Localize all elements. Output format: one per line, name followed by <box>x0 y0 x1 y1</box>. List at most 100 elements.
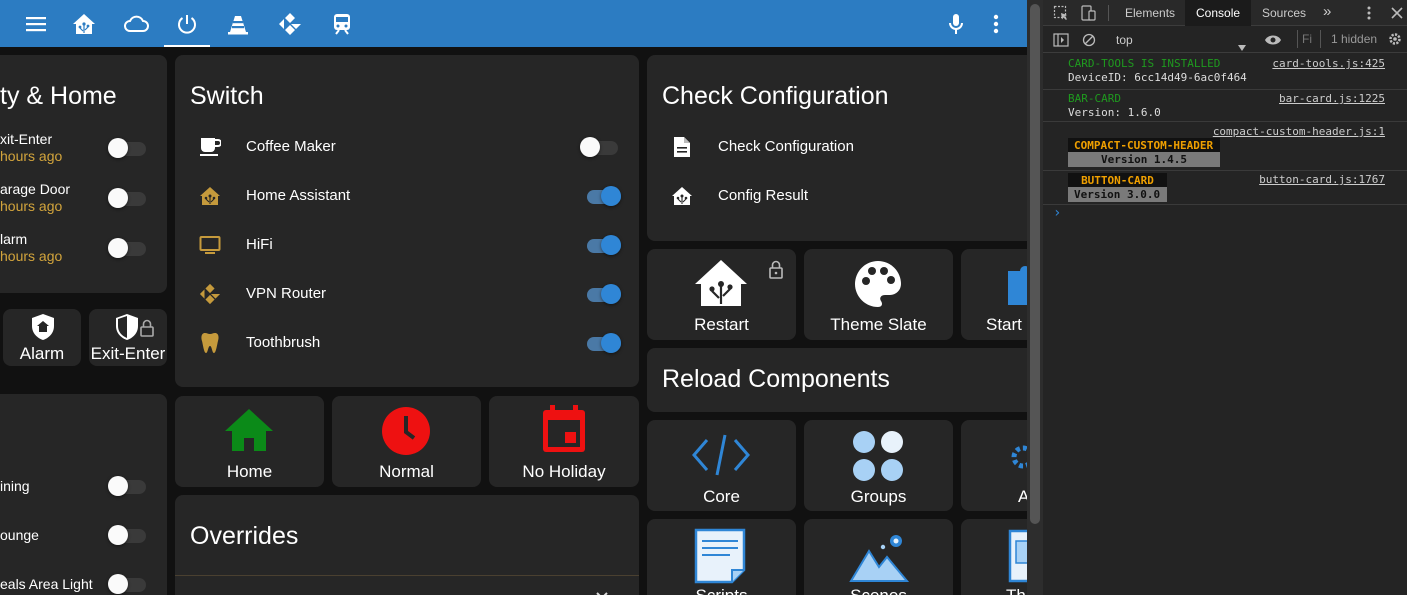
divider <box>175 575 639 576</box>
lock-icon <box>139 319 155 342</box>
toggle-switch[interactable] <box>108 180 146 216</box>
scenes-icon <box>849 529 910 588</box>
button-label: Groups <box>850 487 907 506</box>
home-assistant-icon[interactable] <box>61 0 107 47</box>
source-link[interactable]: card-tools.js:425 <box>1272 57 1385 70</box>
group-icon <box>851 430 907 489</box>
exit-enter-button[interactable]: Exit-Enter <box>89 309 167 366</box>
switch-row-toothbrush[interactable]: Toothbrush <box>175 318 639 367</box>
start-button[interactable]: Start <box>961 249 1027 340</box>
entity-name: larm <box>0 231 28 247</box>
source-link[interactable]: button-card.js:1767 <box>1259 173 1385 186</box>
check-configuration-row[interactable]: Check Configuration <box>647 122 1027 171</box>
chevron-down-icon[interactable] <box>596 587 608 595</box>
card-title: Reload Components <box>662 365 890 393</box>
reload-scenes-button[interactable]: Scenes <box>804 519 953 595</box>
sidebar-toggle-icon[interactable] <box>1053 32 1069 51</box>
button-label: Start <box>986 315 1022 334</box>
scrollbar[interactable] <box>1027 0 1043 595</box>
tooth-icon <box>197 330 223 356</box>
kodi-icon[interactable] <box>267 0 313 47</box>
script-icon <box>694 528 748 589</box>
row-label: Check Configuration <box>718 138 854 155</box>
dots-vertical-icon[interactable] <box>1367 5 1371 25</box>
console-prompt[interactable]: › <box>1053 205 1061 221</box>
reload-scripts-button[interactable]: Scripts <box>647 519 796 595</box>
more-tabs-icon[interactable]: » <box>1323 3 1331 20</box>
button-label: Home <box>226 462 273 481</box>
alarm-button[interactable]: Alarm <box>3 309 81 366</box>
reload-core-button[interactable]: Core <box>647 420 796 511</box>
settings-gear-icon[interactable] <box>1388 31 1402 50</box>
home-assistant-icon <box>669 183 695 209</box>
lock-icon <box>768 260 784 284</box>
entity-name: ounge <box>0 527 39 543</box>
toggle-switch[interactable] <box>108 566 146 595</box>
reload-groups-button[interactable]: Groups <box>804 420 953 511</box>
dots-vertical-icon[interactable] <box>973 0 1019 47</box>
restart-button[interactable]: Restart <box>647 249 796 340</box>
toggle-switch[interactable] <box>583 178 621 214</box>
home-mode-button[interactable]: Home <box>175 396 324 487</box>
theme-slate-button[interactable]: Theme Slate <box>804 249 953 340</box>
source-link[interactable]: bar-card.js:1225 <box>1279 92 1385 105</box>
toggle-switch[interactable] <box>583 276 621 312</box>
file-document-icon <box>669 134 695 160</box>
tab-sources[interactable]: Sources <box>1262 6 1306 20</box>
button-label: No Holiday <box>522 462 606 481</box>
inspect-icon[interactable] <box>1053 5 1069 25</box>
card-title: Switch <box>190 82 264 110</box>
separator <box>1320 30 1321 48</box>
button-label: Normal <box>379 462 434 481</box>
home-icon <box>224 408 274 457</box>
entity-last-changed: hours ago <box>0 198 63 214</box>
reload-themes-button[interactable]: Th <box>961 519 1027 595</box>
tab-elements[interactable]: Elements <box>1125 6 1175 20</box>
switch-card: Switch Coffee Maker Home Assistant HiFi … <box>175 55 639 387</box>
button-label: Restart <box>694 315 749 334</box>
clock-icon <box>381 406 431 461</box>
switch-row-home-assistant[interactable]: Home Assistant <box>175 171 639 220</box>
reload-automations-button[interactable]: A <box>961 420 1027 511</box>
device-toolbar-icon[interactable] <box>1080 5 1096 25</box>
scrollbar-thumb[interactable] <box>1030 4 1040 524</box>
holiday-mode-button[interactable]: No Holiday <box>489 396 639 487</box>
toggle-switch[interactable] <box>108 468 146 504</box>
toggle-switch[interactable] <box>108 230 146 266</box>
hidden-count[interactable]: 1 hidden <box>1331 32 1377 46</box>
train-icon[interactable] <box>319 0 365 47</box>
normal-mode-button[interactable]: Normal <box>332 396 481 487</box>
tab-console[interactable]: Console <box>1185 0 1251 26</box>
source-link[interactable]: compact-custom-header.js:1 <box>1213 125 1385 138</box>
home-assistant-icon <box>197 183 223 209</box>
cloud-icon[interactable] <box>113 0 159 47</box>
toggle-switch[interactable] <box>108 517 146 553</box>
switch-label: VPN Router <box>246 285 327 302</box>
power-icon[interactable] <box>164 0 210 47</box>
toggle-switch[interactable] <box>580 129 618 165</box>
toggle-switch[interactable] <box>583 227 621 263</box>
filter-input[interactable]: Fi <box>1302 32 1312 46</box>
devtools-panel: Elements Console Sources » top Fi 1 hidd… <box>1027 0 1407 595</box>
clear-console-icon[interactable] <box>1082 32 1096 51</box>
log-badge: Version 1.4.5 <box>1068 152 1220 167</box>
context-select[interactable]: top <box>1107 29 1249 51</box>
menu-icon[interactable] <box>13 0 59 47</box>
console-message: BAR-CARD Version: 1.6.0 bar-card.js:1225 <box>1043 90 1407 122</box>
reload-components-card: Reload Components <box>647 348 1027 412</box>
toggle-switch[interactable] <box>583 325 621 361</box>
close-icon[interactable] <box>1390 5 1404 24</box>
switch-row-coffee-maker[interactable]: Coffee Maker <box>175 122 639 171</box>
console-message: compact-custom-header.js:1 COMPACT-CUSTO… <box>1043 122 1407 171</box>
home-assistant-app: ty & Home xit-Enter hours ago arage Door… <box>0 0 1027 595</box>
switch-row-hifi[interactable]: HiFi <box>175 220 639 269</box>
switch-row-vpn-router[interactable]: VPN Router <box>175 269 639 318</box>
eye-icon[interactable] <box>1264 32 1282 51</box>
toggle-switch[interactable] <box>108 130 146 166</box>
config-result-row[interactable]: Config Result <box>647 171 1027 220</box>
button-label: Exit-Enter <box>90 344 166 363</box>
row-label: Config Result <box>718 187 809 204</box>
calendar-icon <box>540 404 588 459</box>
entity-name: eals Area Light <box>0 576 93 592</box>
vlc-icon[interactable] <box>215 0 261 47</box>
